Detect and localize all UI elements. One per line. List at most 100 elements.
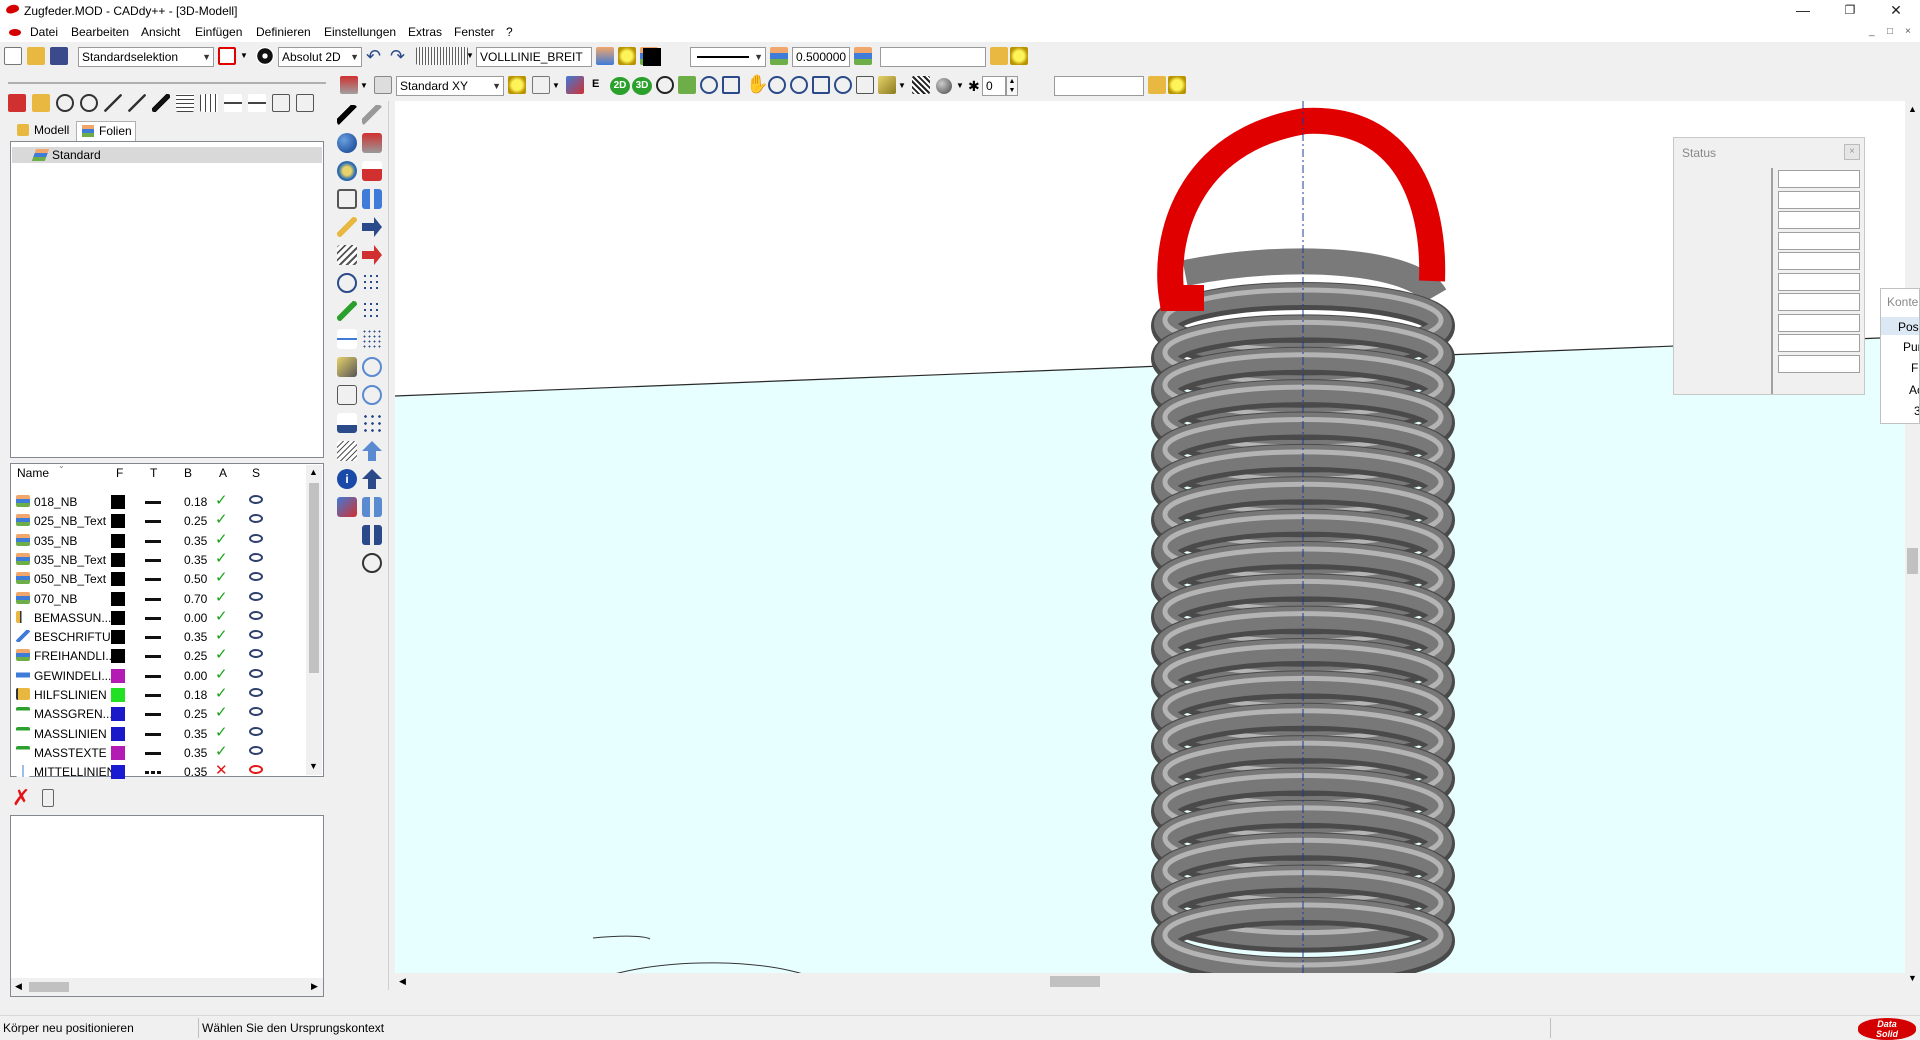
shaded-cube-icon[interactable]	[878, 76, 896, 94]
active-check-icon[interactable]: ✓	[215, 666, 228, 683]
pencil-icon[interactable]	[104, 94, 122, 112]
layer-color-swatch[interactable]	[111, 649, 125, 664]
layer-row[interactable]: 035_NB 0.35 ✓	[12, 531, 318, 550]
viewport-scroll-left-icon[interactable]: ◀	[399, 976, 406, 987]
tree-item-standard[interactable]: Standard	[12, 147, 322, 163]
eye-icon[interactable]	[249, 610, 263, 620]
column-name[interactable]: Name	[17, 466, 49, 484]
layer-linetype-swatch[interactable]	[145, 597, 161, 601]
active-check-icon[interactable]: ✓	[215, 531, 228, 548]
grid-pattern-icon[interactable]	[416, 47, 468, 65]
active-check-icon[interactable]: ✓	[215, 569, 228, 586]
element-icon[interactable]	[32, 94, 50, 112]
menu-fenster[interactable]: Fenster	[454, 25, 495, 39]
layer-linetype-swatch[interactable]	[145, 674, 161, 678]
menu-datei[interactable]: Datei	[30, 25, 58, 39]
layer-row[interactable]: BEMASSUN... 0.00 ✓	[12, 608, 318, 627]
delete-layer-icon[interactable]: ✗	[12, 785, 30, 811]
layer-width[interactable]: 0.50	[184, 572, 207, 586]
viewport-scroll-down-icon[interactable]: ▼	[1908, 973, 1917, 983]
layer-settings-icon[interactable]	[854, 47, 872, 65]
zoom-window-icon[interactable]	[722, 76, 740, 94]
redraw-icon[interactable]	[856, 76, 874, 94]
dimension-tool-icon[interactable]	[200, 94, 218, 112]
context-item-point[interactable]: Pun	[1903, 340, 1919, 354]
eye-icon[interactable]	[249, 649, 263, 659]
viewport-vscroll-thumb[interactable]	[1907, 548, 1918, 574]
green-pen-icon[interactable]	[337, 301, 357, 321]
arc-tool-icon[interactable]	[80, 94, 98, 112]
view-tool-dropdown-icon[interactable]: ▼	[360, 81, 368, 90]
layer-color-swatch[interactable]	[111, 688, 125, 702]
arrow-up-dark-icon[interactable]	[362, 469, 382, 489]
context-item-face[interactable]: F	[1911, 361, 1918, 375]
pan-hand-icon[interactable]: ✋	[746, 74, 768, 95]
layer-properties-icon[interactable]	[42, 789, 54, 807]
measure-icon[interactable]	[566, 76, 584, 94]
number-spinner[interactable]: ▲ ▼	[1006, 76, 1018, 96]
column-visible[interactable]: S	[252, 466, 260, 484]
scroll-right-icon[interactable]: ▶	[311, 981, 318, 992]
layer-linetype-swatch[interactable]	[145, 751, 161, 755]
mdi-restore-button[interactable]: □	[1887, 26, 1893, 37]
layer-width[interactable]: 0.18	[184, 688, 207, 702]
grid-array-icon[interactable]	[362, 301, 382, 321]
line-tool-icon[interactable]	[224, 94, 242, 112]
layer-linetype-swatch[interactable]	[145, 616, 161, 620]
layer-width[interactable]: 0.35	[184, 553, 207, 567]
viewport-hscrollbar[interactable]: ◀	[395, 973, 1905, 990]
column-linetype[interactable]: T	[150, 466, 157, 484]
layer-linetype-swatch[interactable]	[145, 732, 161, 736]
tab-modell[interactable]: Modell	[12, 121, 74, 141]
line-style-combo[interactable]: ▼	[690, 47, 766, 67]
view-3d-button[interactable]: 3D	[632, 77, 652, 95]
folder-layer-icon[interactable]	[990, 47, 1008, 65]
layer-row[interactable]: 070_NB 0.70 ✓	[12, 589, 318, 608]
scroll-down-icon[interactable]: ▼	[309, 761, 318, 771]
rotate-copy-icon[interactable]	[362, 357, 382, 377]
view-extra-field[interactable]	[1054, 76, 1144, 96]
eye-icon[interactable]	[249, 514, 263, 524]
layer-linetype-swatch[interactable]	[145, 539, 161, 543]
active-check-icon[interactable]: ✓	[215, 550, 228, 567]
redo-icon[interactable]: ↷	[390, 46, 405, 67]
coordinate-system-icon[interactable]	[256, 47, 274, 65]
eye-icon[interactable]	[249, 572, 263, 582]
layer-row[interactable]: 025_NB_Text 0.25 ✓	[12, 511, 318, 530]
layer-color-swatch[interactable]	[111, 533, 125, 548]
active-check-icon[interactable]: ✓	[215, 646, 228, 663]
circle-tool-icon[interactable]	[56, 94, 74, 112]
layer-linetype-swatch[interactable]	[145, 501, 161, 504]
column-active[interactable]: A	[219, 466, 227, 484]
dimension-vertical-icon[interactable]	[337, 357, 357, 377]
color-swatch-icon[interactable]	[643, 48, 661, 66]
mdi-minimize-button[interactable]: _	[1869, 26, 1875, 37]
mirror-tool-icon[interactable]	[362, 189, 382, 209]
layer-table-scrollbar[interactable]: ▲ ▼	[306, 465, 322, 775]
view-plane-combo[interactable]: Standard XY ▼	[396, 76, 504, 96]
light-icon[interactable]	[508, 76, 526, 94]
layer-width[interactable]: 0.18	[184, 495, 207, 509]
active-check-icon[interactable]: ✓	[215, 743, 228, 760]
menu-einfuegen[interactable]: Einfügen	[195, 25, 242, 39]
active-check-icon[interactable]: ✓	[215, 724, 228, 741]
layer-row[interactable]: MASSLINIEN 0.35 ✓	[12, 724, 318, 743]
model-icon[interactable]	[8, 94, 26, 112]
layer-color-swatch[interactable]	[111, 726, 125, 741]
scroll-up-icon[interactable]: ▲	[309, 467, 318, 477]
status-window-close-button[interactable]: ×	[1844, 144, 1860, 160]
split-tool-icon[interactable]	[362, 525, 382, 545]
sphere-tool-icon[interactable]	[337, 133, 357, 153]
layer-linetype-swatch[interactable]	[145, 558, 161, 562]
active-check-icon[interactable]: ✓	[215, 511, 228, 528]
menu-bearbeiten[interactable]: Bearbeiten	[71, 25, 129, 39]
tab-folien[interactable]: Folien	[76, 121, 136, 141]
eye-icon[interactable]	[249, 745, 263, 755]
layer-width[interactable]: 0.35	[184, 727, 207, 741]
eye-icon[interactable]	[249, 552, 263, 562]
pattern-tool-icon[interactable]	[362, 329, 382, 349]
zoom-extents-icon[interactable]	[812, 76, 830, 94]
rotate-tool-icon[interactable]	[337, 273, 357, 293]
layer-color-swatch[interactable]	[111, 514, 125, 529]
page-icon[interactable]	[374, 76, 392, 94]
